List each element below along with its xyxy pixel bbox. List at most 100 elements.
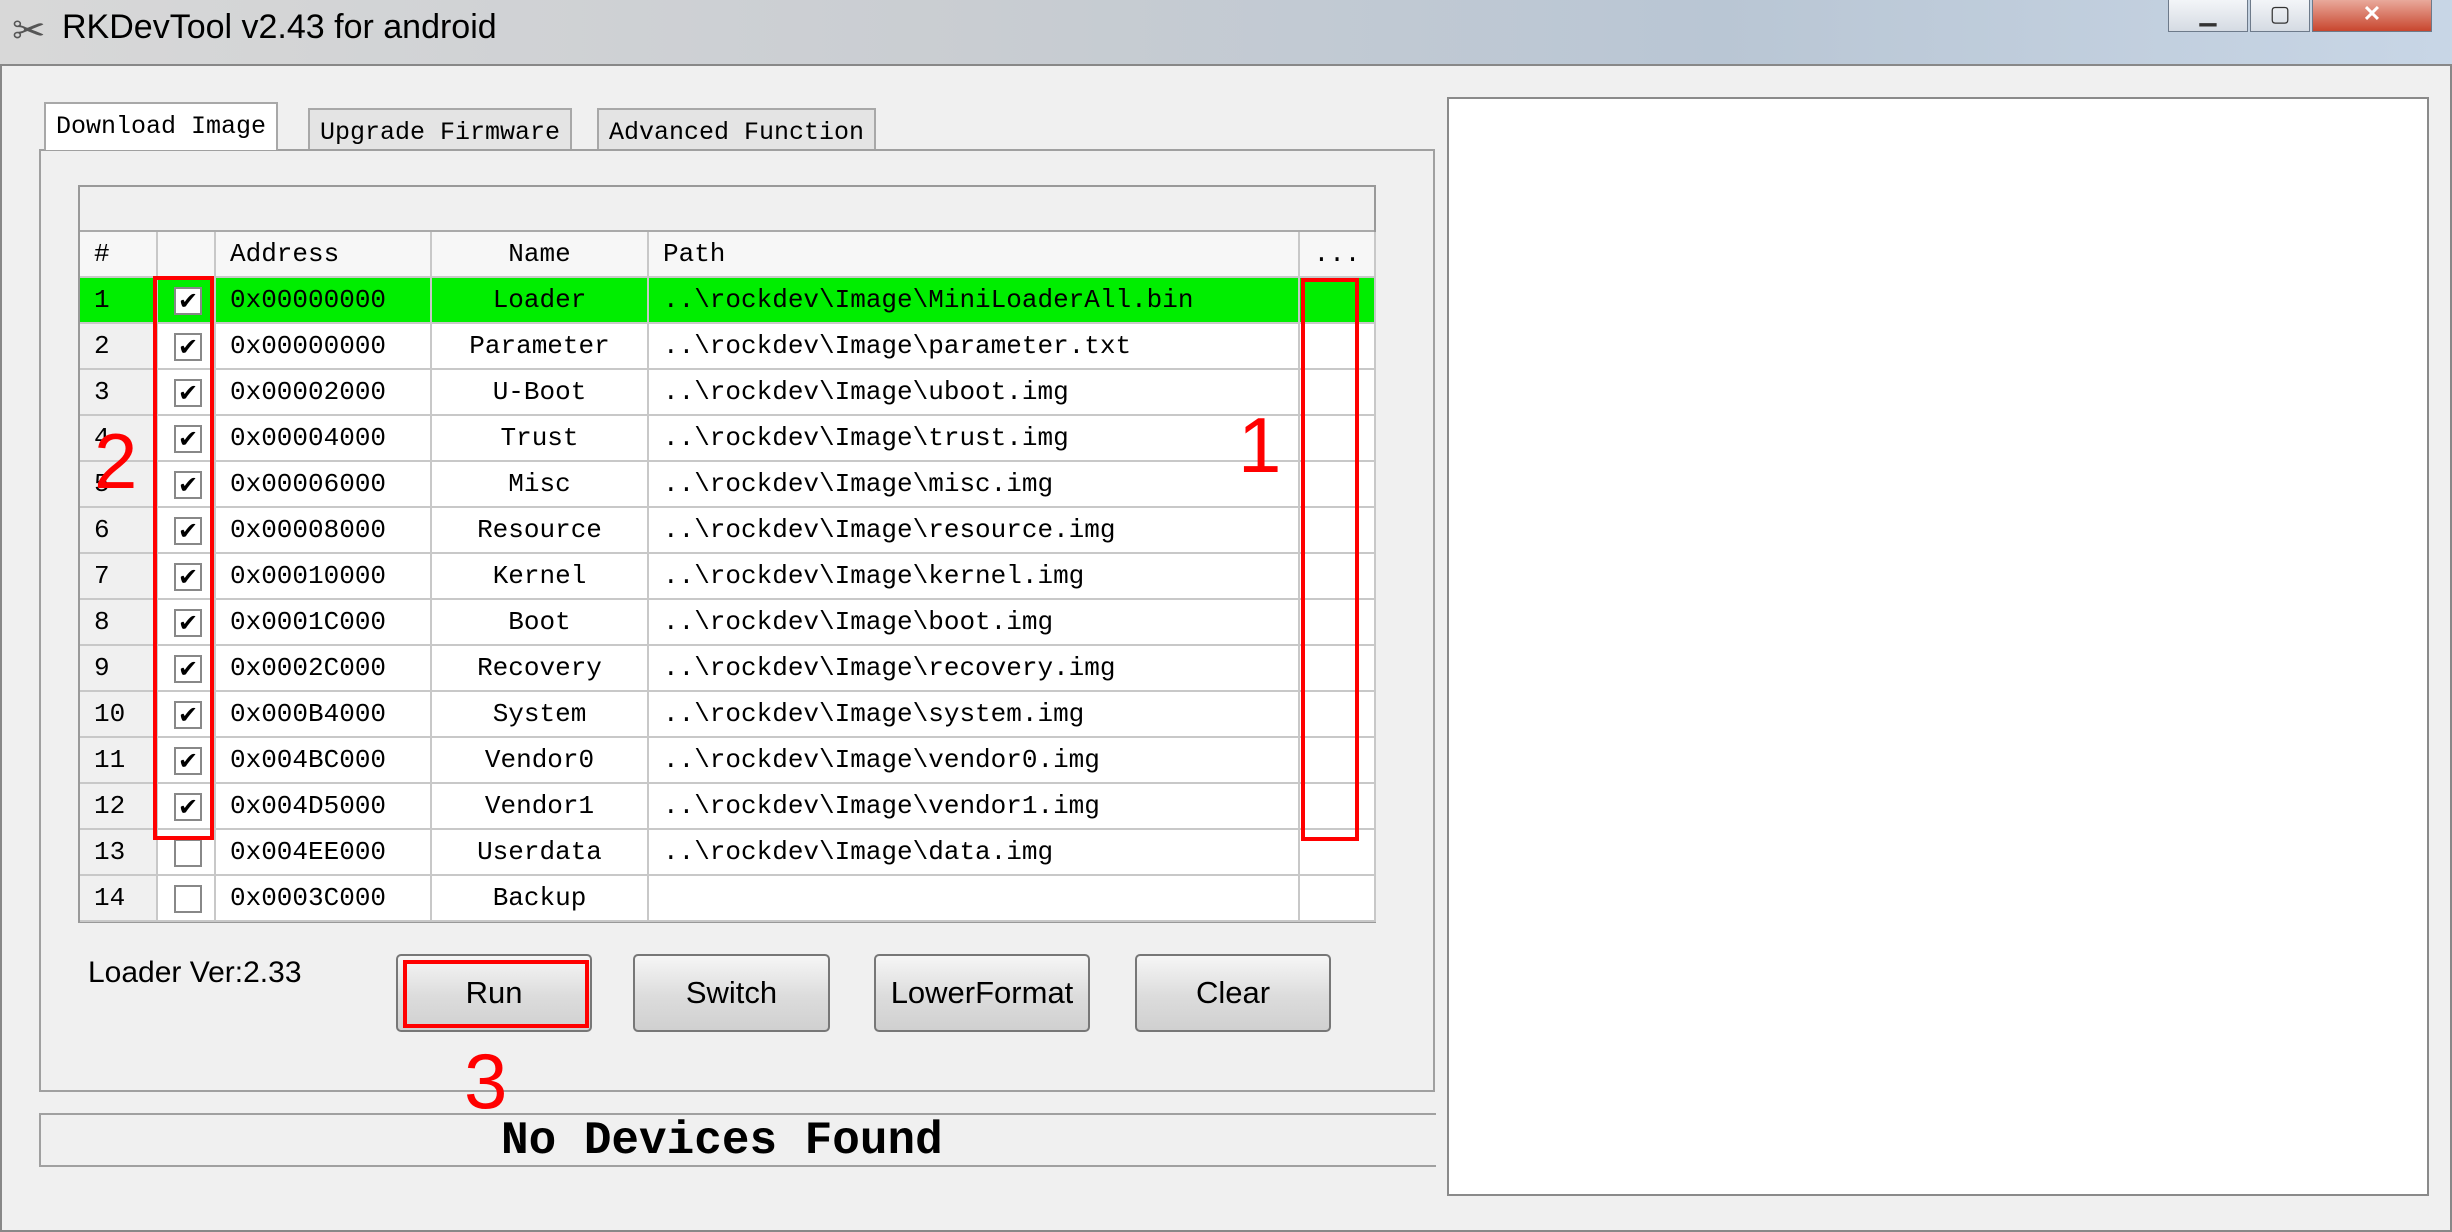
row-name[interactable]: Kernel xyxy=(432,554,649,600)
row-path[interactable]: ..\rockdev\Image\vendor1.img xyxy=(649,784,1300,830)
row-address[interactable]: 0x000B4000 xyxy=(216,692,432,738)
table-toolbar-strip xyxy=(80,187,1374,232)
table-row[interactable]: 9 ✔ 0x0002C000 Recovery ..\rockdev\Image… xyxy=(80,646,1376,692)
loader-version: Loader Ver:2.33 xyxy=(88,956,302,989)
row-name[interactable]: Trust xyxy=(432,416,649,462)
title-bar: ✂ RKDevTool v2.43 for android ▁ ▢ ✕ xyxy=(0,0,2452,64)
table-row[interactable]: 6 ✔ 0x00008000 Resource ..\rockdev\Image… xyxy=(80,508,1376,554)
row-path[interactable]: ..\rockdev\Image\system.img xyxy=(649,692,1300,738)
header-number: # xyxy=(80,232,158,278)
log-output-panel xyxy=(1447,97,2429,1196)
header-check xyxy=(158,232,216,278)
row-name[interactable]: Vendor0 xyxy=(432,738,649,784)
annotation-box-checkboxes xyxy=(153,276,214,840)
table-row[interactable]: 5 ✔ 0x00006000 Misc ..\rockdev\Image\mis… xyxy=(80,462,1376,508)
table-row[interactable]: 11 ✔ 0x004BC000 Vendor0 ..\rockdev\Image… xyxy=(80,738,1376,784)
close-button[interactable]: ✕ xyxy=(2312,0,2432,32)
table-row[interactable]: 13 0x004EE000 Userdata ..\rockdev\Image\… xyxy=(80,830,1376,876)
row-check-cell xyxy=(158,876,216,922)
row-name[interactable]: Backup xyxy=(432,876,649,922)
row-name[interactable]: System xyxy=(432,692,649,738)
tab-download-image[interactable]: Download Image xyxy=(44,102,279,150)
row-address[interactable]: 0x00006000 xyxy=(216,462,432,508)
row-address[interactable]: 0x00008000 xyxy=(216,508,432,554)
row-address[interactable]: 0x004D5000 xyxy=(216,784,432,830)
tools-icon: ✂ xyxy=(12,9,46,53)
row-number: 8 xyxy=(80,600,158,646)
row-number: 12 xyxy=(80,784,158,830)
row-number: 1 xyxy=(80,278,158,324)
table-row[interactable]: 3 ✔ 0x00002000 U-Boot ..\rockdev\Image\u… xyxy=(80,370,1376,416)
table-row[interactable]: 8 ✔ 0x0001C000 Boot ..\rockdev\Image\boo… xyxy=(80,600,1376,646)
row-number: 13 xyxy=(80,830,158,876)
row-browse-button[interactable] xyxy=(1300,876,1376,922)
row-address[interactable]: 0x004EE000 xyxy=(216,830,432,876)
header-address: Address xyxy=(216,232,432,278)
row-number: 6 xyxy=(80,508,158,554)
window-title: RKDevTool v2.43 for android xyxy=(62,8,497,46)
row-path[interactable]: ..\rockdev\Image\trust.img xyxy=(649,416,1300,462)
row-path[interactable]: ..\rockdev\Image\MiniLoaderAll.bin xyxy=(649,278,1300,324)
header-name: Name xyxy=(432,232,649,278)
row-name[interactable]: Loader xyxy=(432,278,649,324)
row-number: 9 xyxy=(80,646,158,692)
row-name[interactable]: Misc xyxy=(432,462,649,508)
table-row[interactable]: 2 ✔ 0x00000000 Parameter ..\rockdev\Imag… xyxy=(80,324,1376,370)
table-row[interactable]: 1 ✔ 0x00000000 Loader ..\rockdev\Image\M… xyxy=(80,278,1376,324)
row-address[interactable]: 0x00002000 xyxy=(216,370,432,416)
row-address[interactable]: 0x00000000 xyxy=(216,324,432,370)
table-row[interactable]: 12 ✔ 0x004D5000 Vendor1 ..\rockdev\Image… xyxy=(80,784,1376,830)
table-row[interactable]: 7 ✔ 0x00010000 Kernel ..\rockdev\Image\k… xyxy=(80,554,1376,600)
row-name[interactable]: Resource xyxy=(432,508,649,554)
switch-button[interactable]: Switch xyxy=(633,954,830,1032)
annotation-label-2: 2 xyxy=(94,417,138,505)
minimize-button[interactable]: ▁ xyxy=(2168,0,2248,32)
tab-advanced-function[interactable]: Advanced Function xyxy=(597,108,877,152)
row-name[interactable]: Vendor1 xyxy=(432,784,649,830)
row-path[interactable]: ..\rockdev\Image\uboot.img xyxy=(649,370,1300,416)
row-address[interactable]: 0x0001C000 xyxy=(216,600,432,646)
row-number: 14 xyxy=(80,876,158,922)
row-address[interactable]: 0x004BC000 xyxy=(216,738,432,784)
row-name[interactable]: Userdata xyxy=(432,830,649,876)
row-path[interactable] xyxy=(649,876,1300,922)
row-path[interactable]: ..\rockdev\Image\misc.img xyxy=(649,462,1300,508)
row-name[interactable]: U-Boot xyxy=(432,370,649,416)
row-path[interactable]: ..\rockdev\Image\recovery.img xyxy=(649,646,1300,692)
row-address[interactable]: 0x0003C000 xyxy=(216,876,432,922)
clear-button[interactable]: Clear xyxy=(1135,954,1331,1032)
row-name[interactable]: Recovery xyxy=(432,646,649,692)
table-header: # Address Name Path ... xyxy=(80,232,1376,278)
row-checkbox[interactable] xyxy=(174,839,202,867)
row-number: 7 xyxy=(80,554,158,600)
table-row[interactable]: 14 0x0003C000 Backup xyxy=(80,876,1376,922)
row-address[interactable]: 0x00004000 xyxy=(216,416,432,462)
row-address[interactable]: 0x0002C000 xyxy=(216,646,432,692)
row-name[interactable]: Boot xyxy=(432,600,649,646)
image-table: # Address Name Path ... 1 ✔ 0x00000000 L… xyxy=(78,185,1376,923)
header-browse: ... xyxy=(1300,232,1376,278)
row-number: 3 xyxy=(80,370,158,416)
row-address[interactable]: 0x00000000 xyxy=(216,278,432,324)
row-name[interactable]: Parameter xyxy=(432,324,649,370)
row-path[interactable]: ..\rockdev\Image\data.img xyxy=(649,830,1300,876)
table-row[interactable]: 10 ✔ 0x000B4000 System ..\rockdev\Image\… xyxy=(80,692,1376,738)
maximize-button[interactable]: ▢ xyxy=(2250,0,2310,32)
annotation-box-run xyxy=(403,960,589,1028)
row-path[interactable]: ..\rockdev\Image\parameter.txt xyxy=(649,324,1300,370)
annotation-label-3: 3 xyxy=(464,1037,508,1125)
row-address[interactable]: 0x00010000 xyxy=(216,554,432,600)
row-path[interactable]: ..\rockdev\Image\resource.img xyxy=(649,508,1300,554)
row-number: 10 xyxy=(80,692,158,738)
row-path[interactable]: ..\rockdev\Image\boot.img xyxy=(649,600,1300,646)
lower-format-button[interactable]: LowerFormat xyxy=(874,954,1090,1032)
table-row[interactable]: 4 ✔ 0x00004000 Trust ..\rockdev\Image\tr… xyxy=(80,416,1376,462)
row-path[interactable]: ..\rockdev\Image\kernel.img xyxy=(649,554,1300,600)
tab-upgrade-firmware[interactable]: Upgrade Firmware xyxy=(308,108,573,152)
row-path[interactable]: ..\rockdev\Image\vendor0.img xyxy=(649,738,1300,784)
row-checkbox[interactable] xyxy=(174,885,202,913)
annotation-label-1: 1 xyxy=(1238,401,1282,489)
annotation-box-browse xyxy=(1301,278,1359,841)
row-number: 2 xyxy=(80,324,158,370)
row-number: 11 xyxy=(80,738,158,784)
